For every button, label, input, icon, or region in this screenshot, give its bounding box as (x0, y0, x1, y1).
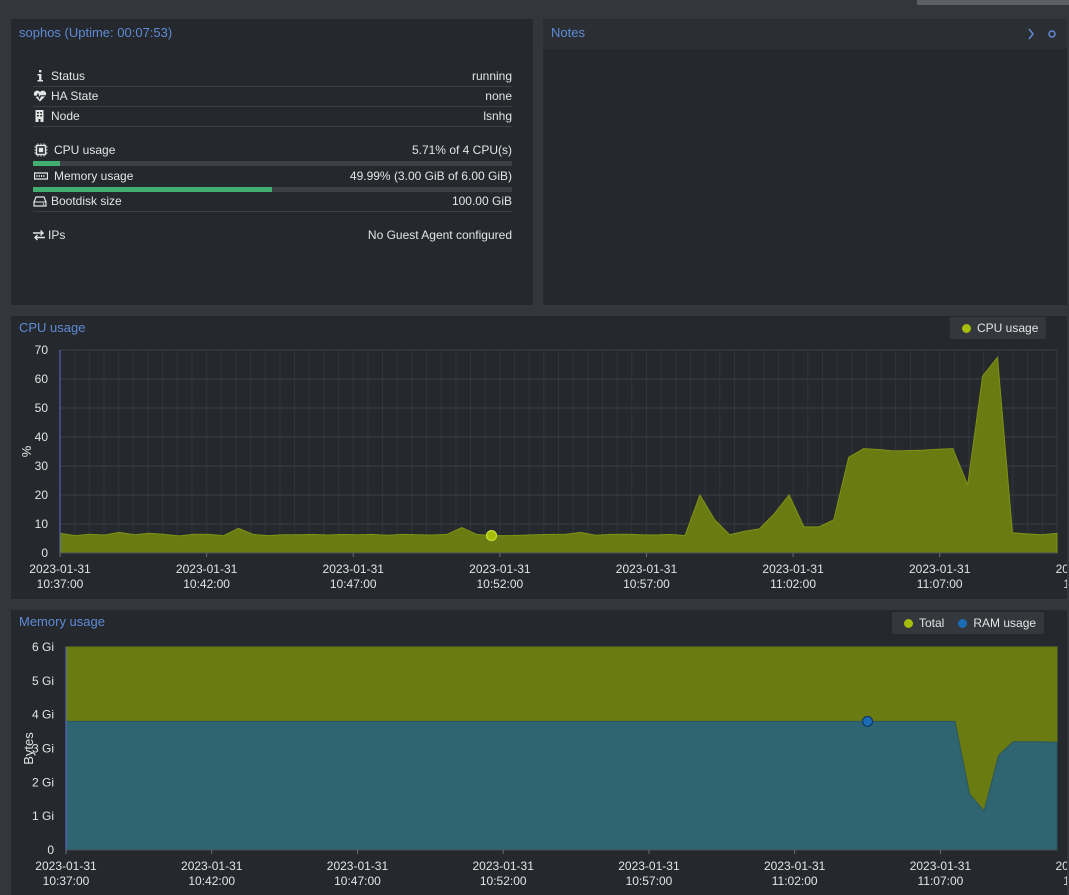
x-tick-label-date: 2023-01-31 (910, 859, 972, 873)
ips-value: No Guest Agent configured (367, 228, 512, 242)
ram-usage-area (65, 720, 1058, 851)
x-tick-label-time: 10:37:00 (43, 874, 90, 888)
x-tick-label-time: 10:52:00 (480, 874, 527, 888)
memory-usage-value: 49.99% (3.00 GiB of 6.00 GiB) (349, 169, 512, 183)
status-label: Status (51, 69, 86, 83)
x-tick-label-date: 2023-01-31 (29, 562, 91, 576)
node-row: Node lsnhg (33, 106, 512, 127)
ha-state-label: HA State (51, 89, 99, 103)
memory-chart-panel: Memory usage Total RAM usage 01 Gi 2 Gi 3 … (11, 610, 1067, 895)
x-tick-label-time: 10:57:00 (623, 577, 670, 591)
y-tick-label: 0 (41, 546, 48, 560)
gear-icon[interactable] (1047, 29, 1057, 39)
status-panel-title: sophos (Uptime: 00:07:53) (19, 25, 173, 40)
data-point-marker (485, 530, 498, 542)
memory-chart[interactable]: 01 Gi2 Gi3 Gi4 Gi5 Gi6 Gi2023-01-3110:37… (11, 610, 1067, 895)
x-tick-label-date: 2023-01-31 (764, 859, 826, 873)
ha-state-row: HA State none (33, 86, 512, 107)
x-tick-label-date: 2023-01-31 (327, 859, 389, 873)
x-tick-label-date: 2023-01-31 (762, 562, 824, 576)
x-tick-label-time: 10:47:00 (330, 577, 377, 591)
notes-panel: Notes (543, 19, 1067, 305)
info-icon (37, 70, 43, 82)
x-tick-label-time: 10:42:00 (183, 577, 230, 591)
y-axis-label: % (19, 445, 34, 457)
x-tick-label-date: 2023-01-31 (176, 562, 238, 576)
y-tick-label: 20 (35, 488, 49, 502)
cpu-usage-label: CPU usage (54, 143, 116, 157)
cpu-icon (34, 143, 48, 157)
x-tick-label-date: 2023-01-31 (909, 562, 971, 576)
x-tick-label-time: 11:12:00 (1063, 577, 1067, 591)
y-tick-label: 1 Gi (32, 809, 54, 823)
chevron-right-icon[interactable] (1026, 27, 1036, 41)
bootdisk-label: Bootdisk size (51, 194, 122, 208)
y-tick-label: 40 (35, 430, 49, 444)
x-tick-label-date: 2023-01-31 (469, 562, 531, 576)
x-tick-label-time: 11:12:00 (1063, 874, 1067, 888)
top-scroll-stub (917, 0, 1069, 5)
memory-usage-label: Memory usage (54, 169, 134, 183)
cpu-chart-panel: CPU usage CPU usage 0 10 20 30 40 50 60 70 2023-… (11, 316, 1067, 599)
cpu-chart[interactable]: 0102030405060702023-01-3110:37:002023-01… (11, 316, 1067, 599)
y-tick-label: 50 (35, 401, 49, 415)
x-tick-label-time: 11:02:00 (770, 577, 816, 591)
bootdisk-value: 100.00 GiB (451, 194, 512, 208)
notes-header: Notes (543, 19, 1067, 49)
ips-row: IPs No Guest Agent configured (33, 225, 512, 245)
y-tick-label: 5 Gi (32, 674, 54, 688)
y-tick-label: 0 (47, 843, 54, 857)
x-tick-label-time: 10:52:00 (476, 577, 523, 591)
x-tick-label-date: 2023-01-31 (473, 859, 535, 873)
x-tick-label-time: 10:37:00 (37, 577, 84, 591)
ha-state-value: none (485, 89, 512, 103)
x-tick-label-date: 2023-01-31 (323, 562, 385, 576)
y-axis-label: Bytes (21, 732, 36, 765)
status-value: running (471, 69, 512, 83)
exchange-icon (33, 230, 45, 241)
cpu-usage-value: 5.71% of 4 CPU(s) (411, 143, 512, 157)
x-tick-label-time: 11:07:00 (917, 577, 963, 591)
status-panel: sophos (Uptime: 00:07:53) Status running… (11, 19, 533, 305)
memory-icon (34, 172, 48, 180)
ips-label: IPs (48, 228, 66, 242)
server-icon (35, 110, 44, 122)
x-tick-label-time: 10:42:00 (188, 874, 235, 888)
cpu-usage-row: CPU usage 5.71% of 4 CPU(s) (33, 140, 512, 160)
y-tick-label: 70 (35, 343, 49, 357)
memory-usage-row: Memory usage 49.99% (3.00 GiB of 6.00 Gi… (33, 166, 512, 186)
heartbeat-icon (33, 90, 47, 102)
x-tick-label-time: 11:02:00 (772, 874, 818, 888)
node-label: Node (51, 109, 80, 123)
hdd-icon (33, 196, 47, 207)
y-tick-label: 4 Gi (32, 708, 54, 722)
status-row: Status running (33, 66, 512, 87)
y-tick-label: 6 Gi (32, 640, 54, 654)
node-value: lsnhg (483, 109, 512, 123)
y-tick-label: 30 (35, 459, 49, 473)
x-tick-label-date: 2023-01-31 (1056, 562, 1067, 576)
y-tick-label: 2 Gi (32, 775, 54, 789)
x-tick-label-date: 2023-01-31 (618, 859, 680, 873)
bootdisk-row: Bootdisk size 100.00 GiB (33, 191, 512, 212)
y-tick-label: 10 (35, 517, 49, 531)
x-tick-label-date: 2023-01-31 (616, 562, 678, 576)
x-tick-label-time: 10:47:00 (334, 874, 381, 888)
x-tick-label-date: 2023-01-31 (35, 859, 97, 873)
notes-title: Notes (551, 25, 585, 40)
data-point-marker (861, 715, 874, 728)
x-tick-label-time: 10:57:00 (626, 874, 673, 888)
x-tick-label-time: 11:07:00 (917, 874, 963, 888)
x-tick-label-date: 2023-01-31 (1055, 859, 1067, 873)
x-tick-label-date: 2023-01-31 (181, 859, 243, 873)
y-tick-label: 60 (35, 372, 49, 386)
